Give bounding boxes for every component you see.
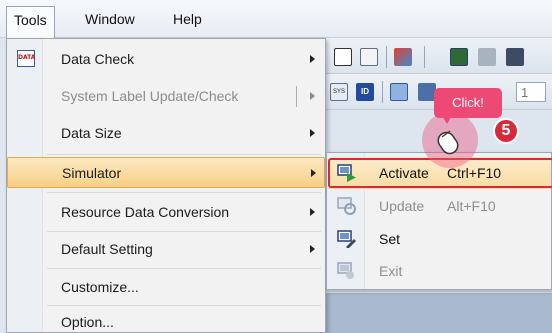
- menu-window[interactable]: Window: [78, 6, 142, 32]
- update-icon: [337, 197, 356, 215]
- menu-item-system-label-update[interactable]: System Label Update/Check: [9, 81, 323, 112]
- menu-separator: [47, 154, 321, 155]
- menu-separator: [47, 192, 321, 193]
- menu-item-default-setting[interactable]: Default Setting: [9, 234, 323, 265]
- menu-item-label: Customize...: [61, 279, 139, 295]
- submenu-arrow-icon: [310, 92, 315, 100]
- toolbar-separator: [424, 46, 425, 68]
- menu-item-customize[interactable]: Customize...: [9, 272, 323, 303]
- menu-item-label: System Label Update/Check: [61, 88, 239, 104]
- window-icon[interactable]: [334, 48, 352, 66]
- menu-item-simulator[interactable]: Simulator: [7, 157, 325, 188]
- screen-icon[interactable]: [390, 83, 408, 101]
- screen-number-field[interactable]: 1: [516, 82, 546, 102]
- menu-item-label: Simulator: [62, 165, 122, 181]
- click-callout: Click!: [434, 88, 502, 128]
- submenu-item-label: Exit: [379, 263, 403, 279]
- menu-tools[interactable]: Tools: [6, 6, 55, 39]
- toolbar-row-1: [320, 38, 552, 74]
- submenu-item-exit[interactable]: Exit: [329, 255, 551, 287]
- menu-bar: Tools Window Help: [0, 0, 552, 39]
- toolbar-separator: [382, 81, 383, 103]
- menu-help[interactable]: Help: [166, 6, 209, 32]
- step-number-badge: 5: [493, 118, 519, 144]
- submenu-arrow-icon: [310, 245, 315, 253]
- menu-separator: [47, 305, 321, 306]
- menu-item-label: Option...: [61, 314, 114, 330]
- menu-item-label: Default Setting: [61, 241, 153, 257]
- sys-icon[interactable]: SYS: [330, 83, 348, 101]
- menu-separator: [47, 268, 321, 269]
- submenu-arrow-icon: [310, 208, 315, 216]
- connection-icon[interactable]: [394, 48, 412, 66]
- simulator-update-icon[interactable]: [478, 48, 496, 66]
- submenu-arrow-icon: [311, 169, 316, 177]
- simulator-set-icon[interactable]: [506, 48, 524, 66]
- submenu-item-set[interactable]: Set: [329, 223, 551, 255]
- menu-item-label: Data Check: [61, 51, 135, 67]
- toolbar-separator: [386, 46, 387, 68]
- tools-menu: DATA Data Check System Label Update/Chec…: [6, 38, 326, 333]
- submenu-item-update[interactable]: Update Alt+F10: [329, 190, 551, 222]
- submenu-item-label: Update: [379, 198, 425, 214]
- callout-tail: [440, 112, 454, 124]
- menu-item-data-check[interactable]: DATA Data Check: [9, 44, 323, 75]
- menu-separator: [47, 231, 321, 232]
- simulator-icon[interactable]: [450, 48, 468, 66]
- exit-icon: [337, 262, 354, 279]
- split-window-icon[interactable]: [360, 48, 378, 66]
- menu-item-divider: [296, 86, 297, 107]
- data-check-icon: DATA: [17, 50, 35, 67]
- menu-item-resource-data-conversion[interactable]: Resource Data Conversion: [9, 197, 323, 228]
- menu-item-option[interactable]: Option...: [9, 307, 323, 333]
- submenu-arrow-icon: [310, 55, 315, 63]
- id-icon[interactable]: ID: [356, 83, 374, 101]
- set-icon: [337, 230, 356, 248]
- menu-item-data-size[interactable]: Data Size: [9, 118, 323, 149]
- background-panel: [320, 293, 552, 333]
- submenu-arrow-icon: [310, 129, 315, 137]
- menu-item-label: Data Size: [61, 125, 122, 141]
- shortcut-text: Alt+F10: [447, 198, 496, 214]
- submenu-item-label: Set: [379, 231, 401, 247]
- menu-item-label: Resource Data Conversion: [61, 204, 230, 220]
